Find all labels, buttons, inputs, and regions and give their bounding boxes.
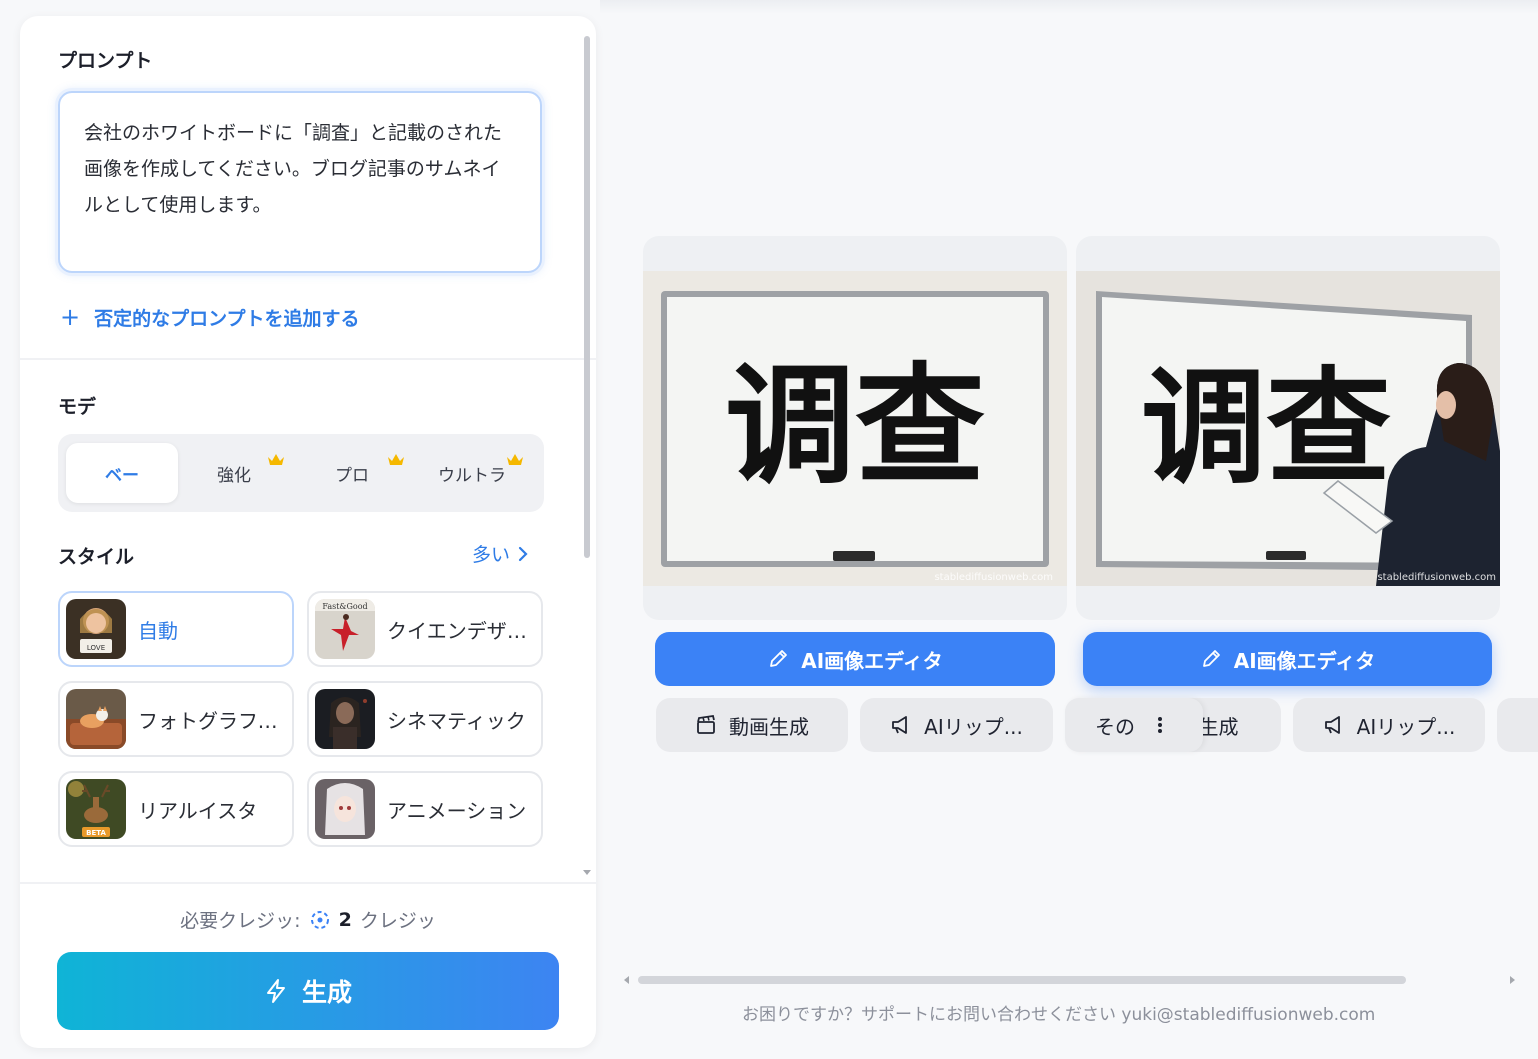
credits-info: 必要クレジッ: 2 クレジッ (20, 906, 596, 933)
mode-option-label: 強化 (217, 465, 251, 486)
settings-panel: プロンプト 会社のホワイトボードに「調査」と記載のされた画像を作成してください。… (20, 16, 596, 1048)
lipsync-label: AIリップ... (1356, 714, 1456, 739)
mode-selector: ベー 強化 プロ ウルトラ (58, 434, 544, 512)
pencil-icon (1202, 650, 1220, 667)
style-thumbnail (66, 689, 126, 749)
svg-text:LOVE: LOVE (87, 644, 105, 652)
crown-icon (507, 454, 523, 465)
style-title: スタイル (58, 546, 135, 568)
prompt-text: 会社のホワイトボードに「調査」と記載のされた画像を作成してください。ブログ記事の… (84, 122, 503, 216)
style-more-link[interactable]: 多い (472, 540, 528, 567)
style-thumbnail: Fast&Good (315, 599, 375, 659)
support-text: お困りですか？サポートにお問い合わせください yuki@stablediffus… (742, 1005, 1376, 1025)
svg-text:Fast&Good: Fast&Good (322, 602, 367, 611)
ai-image-editor-button[interactable]: AI画像エディタ (655, 632, 1055, 686)
ai-lipsync-button[interactable]: AIリップ... (1293, 698, 1485, 752)
style-card-auto[interactable]: LOVE 自動 (58, 591, 294, 667)
style-label: アニメーション (387, 798, 527, 823)
board-text: 调查 (725, 350, 985, 502)
style-label: 自動 (138, 618, 178, 643)
negative-prompt-label: 否定的なプロンプトを追加する (94, 307, 360, 330)
style-card-photography[interactable]: フォトグラフィー (58, 681, 294, 757)
board-text: 调查 (1141, 356, 1391, 501)
overflow-chip[interactable] (1497, 698, 1538, 752)
result-image: 调查 stablediffusionweb.com (1076, 271, 1500, 586)
style-label: クイエンデザイン (387, 618, 539, 643)
svg-text:BETA: BETA (86, 829, 106, 837)
prompt-title: プロンプト (58, 50, 153, 72)
credits-label: 必要クレジッ: (180, 910, 301, 932)
chevron-right-icon (518, 546, 528, 561)
mode-option-ultra[interactable]: ウルトラ (416, 443, 528, 503)
style-card-cinematic[interactable]: シネマティック (307, 681, 543, 757)
clapperboard-icon (697, 714, 715, 734)
mode-option-enhanced[interactable]: 強化 (178, 443, 290, 503)
crown-icon (268, 454, 284, 465)
watermark: stablediffusionweb.com (934, 572, 1053, 583)
watermark: stablediffusionweb.com (1377, 572, 1496, 583)
kebab-menu-icon (1158, 717, 1162, 733)
ai-image-editor-button[interactable]: AI画像エディタ (1083, 632, 1492, 686)
results-horizontal-scrollbar[interactable] (622, 972, 1522, 988)
crown-icon (388, 454, 404, 465)
video-label: 動画生成 (729, 714, 809, 739)
credits-unit: クレジッ (359, 910, 436, 932)
credit-icon (310, 910, 329, 929)
megaphone-icon (1324, 716, 1340, 734)
editor-label: AI画像エディタ (801, 648, 943, 673)
mode-title: モデ (58, 396, 97, 418)
scrollbar-thumb[interactable] (638, 976, 1406, 984)
style-thumbnail: LOVE (66, 599, 126, 659)
top-shadow (600, 0, 1538, 14)
divider (20, 358, 596, 360)
credits-amount: 2 (338, 908, 352, 931)
mode-option-label: ウルトラ (438, 465, 506, 486)
more-label: 多い (472, 544, 511, 566)
result-image: 调查 stablediffusionweb.com (643, 271, 1067, 586)
editor-label: AI画像エディタ (1233, 648, 1376, 673)
add-negative-prompt-link[interactable]: + 否定的なプロンプトを追加する (60, 303, 360, 331)
mode-option-base[interactable]: ベー (66, 443, 178, 503)
more-options-label: その (1095, 714, 1135, 739)
scroll-left-arrow[interactable] (624, 976, 629, 984)
divider (20, 882, 596, 884)
scroll-down-arrow[interactable] (583, 870, 591, 875)
style-thumbnail (315, 779, 375, 839)
mode-option-label: ベー (105, 465, 139, 486)
style-card-realistic[interactable]: BETA リアルイスタ (58, 771, 294, 847)
megaphone-icon (892, 716, 908, 734)
mode-option-label: プロ (335, 465, 369, 486)
panel-scrollbar[interactable] (581, 30, 593, 880)
lightning-icon (266, 979, 285, 1003)
generate-label: 生成 (301, 978, 352, 1007)
style-thumbnail (315, 689, 375, 749)
style-label: シネマティック (387, 708, 526, 733)
scrollbar-thumb[interactable] (584, 36, 590, 558)
video-generate-button[interactable]: 動画生成 (656, 698, 848, 752)
video-label: 生成 (1198, 714, 1239, 739)
result-image-card[interactable]: 调查 stablediffusionweb.com (643, 236, 1067, 620)
style-card-queen-design[interactable]: Fast&Good クイエンデザイン (307, 591, 543, 667)
style-card-animation[interactable]: アニメーション (307, 771, 543, 847)
result-image-card[interactable]: 调查 stablediffusionweb.com (1076, 236, 1500, 620)
style-label: リアルイスタ (138, 798, 258, 823)
generate-button[interactable]: 生成 (57, 952, 559, 1030)
more-options-button[interactable]: その (1065, 698, 1203, 752)
mode-option-pro[interactable]: プロ (296, 443, 408, 503)
style-label: フォトグラフィー (138, 708, 290, 733)
scroll-right-arrow[interactable] (1510, 976, 1515, 984)
lipsync-label: AIリップ... (924, 714, 1023, 739)
pencil-icon (770, 650, 788, 667)
ai-lipsync-button[interactable]: AIリップ... (860, 698, 1053, 752)
plus-icon: + (60, 303, 81, 331)
style-thumbnail: BETA (66, 779, 126, 839)
prompt-input[interactable]: 会社のホワイトボードに「調査」と記載のされた画像を作成してください。ブログ記事の… (58, 91, 542, 273)
